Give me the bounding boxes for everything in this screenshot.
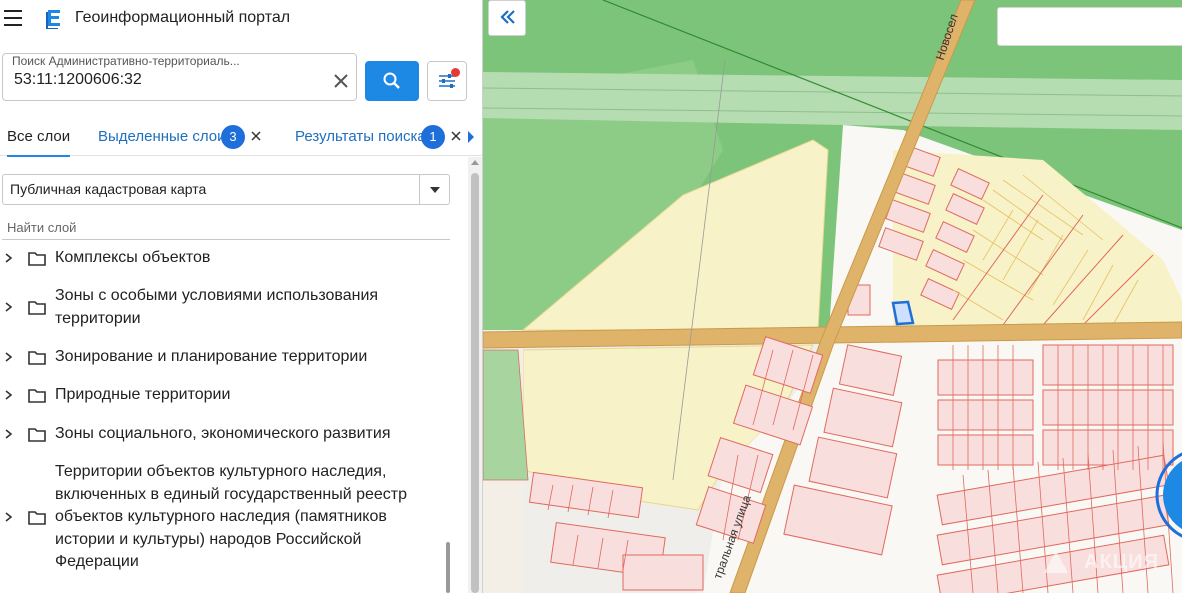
find-layer-input[interactable] xyxy=(2,216,450,240)
layer-item[interactable]: Природные территории xyxy=(0,384,445,408)
search-results-count-badge: 1 xyxy=(421,125,445,149)
folder-icon xyxy=(28,428,46,442)
layer-label: Зонирование и планирование территории xyxy=(55,348,368,365)
chevron-right-icon[interactable] xyxy=(5,302,13,312)
layer-tabs: Все слои Выделенные слои 3 Результаты по… xyxy=(0,118,482,157)
layer-label: Комплексы объектов xyxy=(55,249,211,266)
chevron-right-icon[interactable] xyxy=(5,429,13,439)
selected-parcel[interactable] xyxy=(891,300,915,326)
basemap-select-value: Публичная кадастровая карта xyxy=(10,181,207,197)
tab-search-results-label: Результаты поиска xyxy=(295,128,426,145)
cadastral-search-field[interactable]: Поиск Административно-территориаль... xyxy=(2,53,357,101)
basemap-select[interactable]: Публичная кадастровая карта xyxy=(2,174,450,205)
tab-search-results[interactable]: Результаты поиска xyxy=(295,118,426,156)
layer-tree-scrollbar[interactable] xyxy=(446,542,450,593)
double-chevron-left-icon xyxy=(500,10,515,24)
layer-item[interactable]: Зоны социального, экономического развити… xyxy=(0,423,445,447)
folder-icon xyxy=(28,252,46,266)
tab-selected-layers-label: Выделенные слои xyxy=(98,128,226,145)
search-icon xyxy=(383,72,400,89)
tab-all-layers[interactable]: Все слои xyxy=(7,118,71,157)
layer-item[interactable]: Зонирование и планирование территории xyxy=(0,346,445,370)
filter-settings-icon xyxy=(439,74,455,88)
layer-label: Территории объектов культурного наследия… xyxy=(55,463,408,570)
layer-label: Зоны социального, экономического развити… xyxy=(55,425,391,442)
chevron-right-icon[interactable] xyxy=(5,512,13,522)
panel-scrollbar[interactable] xyxy=(468,157,482,593)
layer-item[interactable]: Территории объектов культурного наследия… xyxy=(0,461,445,576)
chevron-right-icon[interactable] xyxy=(5,390,13,400)
watermark-text: АКЦИЯ xyxy=(1084,551,1160,573)
map-canvas xyxy=(483,0,1182,593)
collapse-panel-button[interactable] xyxy=(488,0,526,36)
folder-icon xyxy=(28,351,46,365)
top-bar: Геоинформационный портал xyxy=(0,0,482,38)
folder-icon xyxy=(28,389,46,403)
panel-scrollbar-thumb[interactable] xyxy=(471,173,479,593)
filter-settings-button[interactable] xyxy=(427,61,467,101)
cadastral-map[interactable]: Новосел тральная улица xyxy=(483,0,1182,593)
search-input[interactable] xyxy=(14,71,314,89)
chevron-right-icon[interactable] xyxy=(5,253,13,263)
search-label: Поиск Административно-территориаль... xyxy=(12,54,240,68)
folder-icon xyxy=(28,511,46,525)
folder-icon xyxy=(28,301,46,315)
close-icon[interactable] xyxy=(450,130,462,142)
watermark-logo: АКЦИЯ xyxy=(1040,547,1170,577)
search-button[interactable] xyxy=(365,61,419,101)
close-icon[interactable] xyxy=(250,130,262,142)
menu-icon[interactable] xyxy=(4,10,22,26)
chevron-right-icon[interactable] xyxy=(5,352,13,362)
tabs-scroll-right-icon[interactable] xyxy=(468,131,474,143)
filter-active-indicator xyxy=(451,68,460,77)
clear-icon[interactable] xyxy=(331,71,351,91)
layer-item[interactable]: Комплексы объектов xyxy=(0,247,445,271)
layer-label: Зоны с особыми условиями использования т… xyxy=(55,287,379,327)
app-title: Геоинформационный портал xyxy=(75,9,291,26)
portal-logo-icon xyxy=(46,10,60,29)
watermark-icon xyxy=(1044,551,1068,573)
chevron-down-icon xyxy=(419,175,449,204)
selected-layers-count-badge: 3 xyxy=(221,125,245,149)
tab-selected-layers[interactable]: Выделенные слои xyxy=(98,118,225,156)
scroll-up-icon[interactable] xyxy=(471,160,479,165)
side-panel: Геоинформационный портал Поиск Администр… xyxy=(0,0,483,593)
layer-item[interactable]: Зоны с особыми условиями использования т… xyxy=(0,285,445,331)
map-search-box[interactable] xyxy=(997,7,1182,46)
layer-label: Природные территории xyxy=(55,386,231,403)
